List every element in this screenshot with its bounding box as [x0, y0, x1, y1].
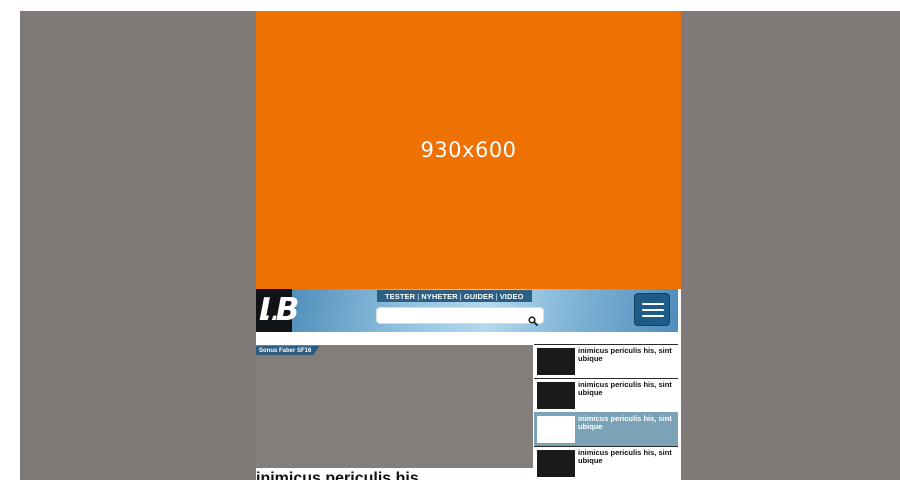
- site-header: LB TESTER | NYHETER | GUIDER | VIDEO: [256, 289, 678, 332]
- search-box: [376, 307, 544, 326]
- search-icon[interactable]: [528, 311, 538, 326]
- sidebar-article[interactable]: inimicus periculis his, sint ubique: [534, 446, 678, 480]
- article-thumbnail[interactable]: [537, 416, 575, 443]
- nav-separator: |: [417, 291, 420, 301]
- top-navigation: TESTER | NYHETER | GUIDER | VIDEO: [377, 290, 532, 302]
- search-input[interactable]: [381, 309, 521, 322]
- nav-link-guider[interactable]: GUIDER: [464, 292, 494, 301]
- nav-link-nyheter[interactable]: NYHETER: [421, 292, 458, 301]
- nav-separator: |: [495, 291, 498, 301]
- nav-separator: |: [459, 291, 462, 301]
- nav-link-video[interactable]: VIDEO: [500, 292, 524, 301]
- sidebar-article-title[interactable]: inimicus periculis his, sint ubique: [578, 381, 674, 397]
- article-sidebar: inimicus periculis his, sint ubique inim…: [534, 344, 678, 480]
- site-logo[interactable]: LB: [256, 289, 299, 332]
- sidebar-article-title[interactable]: inimicus periculis his, sint ubique: [578, 449, 674, 465]
- article-thumbnail[interactable]: [537, 382, 575, 409]
- category-tag[interactable]: Sonus Faber SF16: [256, 346, 319, 355]
- sidebar-article-active[interactable]: inimicus periculis his, sint ubique: [534, 412, 678, 446]
- article-thumbnail[interactable]: [537, 348, 575, 375]
- category-tag-label: Sonus Faber SF16: [259, 347, 312, 354]
- sidebar-article-title[interactable]: inimicus periculis his, sint ubique: [578, 415, 674, 431]
- featured-article-image[interactable]: Sonus Faber SF16: [256, 345, 533, 468]
- ad-size-label: 930x600: [420, 138, 517, 162]
- sidebar-article-title[interactable]: inimicus periculis his, sint ubique: [578, 347, 674, 363]
- sidebar-article[interactable]: inimicus periculis his, sint ubique: [534, 344, 678, 378]
- nav-link-tester[interactable]: TESTER: [385, 292, 415, 301]
- web-page: 930x600 LB TESTER | NYHETER | GUIDER | V…: [256, 11, 681, 480]
- menu-button[interactable]: [634, 293, 670, 326]
- featured-headline[interactable]: inimicus periculis his,: [256, 469, 533, 480]
- article-thumbnail[interactable]: [537, 450, 575, 477]
- ad-banner[interactable]: 930x600: [256, 11, 681, 289]
- sidebar-article[interactable]: inimicus periculis his, sint ubique: [534, 378, 678, 412]
